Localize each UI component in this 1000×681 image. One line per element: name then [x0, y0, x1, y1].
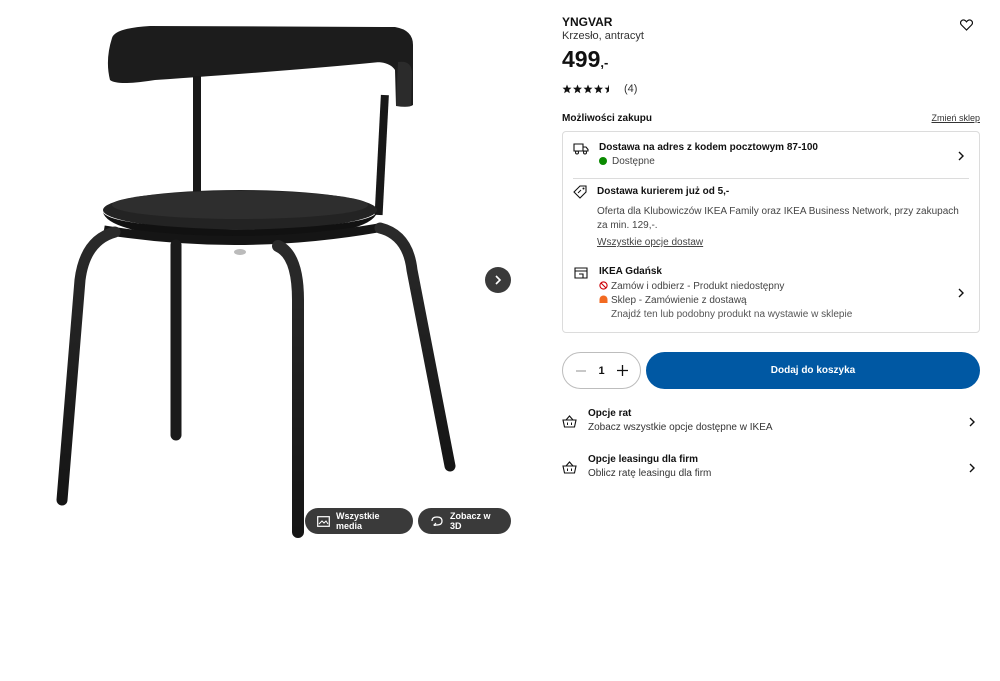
change-store-link[interactable]: Zmień sklep	[931, 113, 980, 123]
all-media-label: Wszystkie media	[336, 511, 380, 531]
truck-icon	[573, 143, 589, 155]
purchase-options-title: Możliwości zakupu	[562, 113, 653, 124]
click-collect-label: Zamów i odbierz - Produkt niedostępny	[611, 281, 785, 292]
delivery-status-label: Dostępne	[612, 156, 655, 167]
chevron-right-icon	[495, 275, 502, 285]
find-similar-text: Znajdź ten lub podobny produkt na wystaw…	[611, 309, 853, 320]
star-icon	[604, 84, 614, 94]
chevron-right-icon	[969, 463, 975, 473]
courier-title: Dostawa kurierem już od 5,-	[597, 186, 730, 197]
star-icon	[583, 84, 593, 94]
chevron-right-icon	[969, 417, 975, 427]
product-media: Wszystkie media Zobacz w 3D	[0, 0, 545, 545]
delivery-title: Dostawa na adres z kodem pocztowym 87-10…	[599, 142, 818, 153]
next-image-button[interactable]	[485, 267, 511, 293]
all-media-button[interactable]: Wszystkie media	[305, 508, 413, 534]
heart-icon[interactable]	[960, 19, 973, 31]
product-description: Krzesło, antracyt	[562, 30, 644, 42]
delivery-row[interactable]: Dostawa na adres z kodem pocztowym 87-10…	[573, 142, 969, 172]
in-store-status: Sklep - Zamówienie z dostawą	[599, 294, 747, 308]
minus-icon	[576, 369, 586, 372]
quantity-value[interactable]: 1	[598, 365, 604, 377]
price-tag-icon	[573, 185, 587, 199]
in-store-label: Sklep - Zamówienie z dostawą	[611, 295, 747, 306]
view-3d-button[interactable]: Zobacz w 3D	[418, 508, 511, 534]
star-icon	[594, 84, 603, 94]
all-delivery-options-link[interactable]: Wszystkie opcje dostaw	[597, 236, 703, 250]
add-to-cart-button[interactable]: Dodaj do koszyka	[646, 352, 980, 389]
status-dot	[599, 157, 607, 166]
product-price: 499,-	[562, 46, 608, 73]
store-icon	[574, 267, 588, 279]
star-icon	[573, 84, 582, 94]
leasing-option[interactable]: Opcje leasingu dla firm Oblicz ratę leas…	[562, 454, 980, 486]
installments-text: Zobacz wszystkie opcje dostępne w IKEA	[588, 422, 773, 433]
click-collect-status: Zamów i odbierz - Produkt niedostępny	[599, 280, 784, 294]
decrease-quantity-button[interactable]	[574, 364, 588, 378]
unavailable-icon	[599, 281, 608, 290]
rotate-3d-icon	[431, 516, 443, 526]
basket-icon	[562, 415, 577, 428]
store-name: IKEA Gdańsk	[599, 266, 662, 277]
media-gallery-icon	[317, 515, 330, 527]
price-suffix: ,-	[600, 55, 609, 70]
price-value: 499	[562, 46, 601, 72]
store-row[interactable]: IKEA Gdańsk Zamów i odbierz - Produkt ni…	[573, 264, 969, 324]
rating[interactable]: (4)	[562, 83, 637, 95]
availability-box: Dostawa na adres z kodem pocztowym 87-10…	[562, 131, 980, 333]
installments-title: Opcje rat	[588, 408, 632, 419]
delivery-status: Dostępne	[599, 155, 655, 169]
view-3d-label: Zobacz w 3D	[450, 511, 491, 531]
leasing-text: Oblicz ratę leasingu dla firm	[588, 468, 712, 479]
plus-icon	[616, 365, 628, 376]
star-rating	[562, 84, 614, 94]
divider	[573, 178, 969, 179]
store-order-icon	[599, 295, 608, 303]
increase-quantity-button[interactable]	[615, 364, 629, 378]
quantity-stepper: 1	[562, 352, 641, 389]
star-icon	[562, 84, 572, 94]
courier-offer: Oferta dla Klubowiczów IKEA Family oraz …	[597, 206, 959, 231]
chevron-right-icon	[958, 288, 964, 298]
installments-option[interactable]: Opcje rat Zobacz wszystkie opcje dostępn…	[562, 408, 980, 440]
chevron-right-icon	[958, 151, 964, 161]
leasing-title: Opcje leasingu dla firm	[588, 454, 699, 465]
rating-count: (4)	[624, 83, 638, 95]
product-name: YNGVAR	[562, 15, 613, 29]
basket-icon	[562, 461, 577, 474]
product-image[interactable]	[0, 0, 545, 545]
